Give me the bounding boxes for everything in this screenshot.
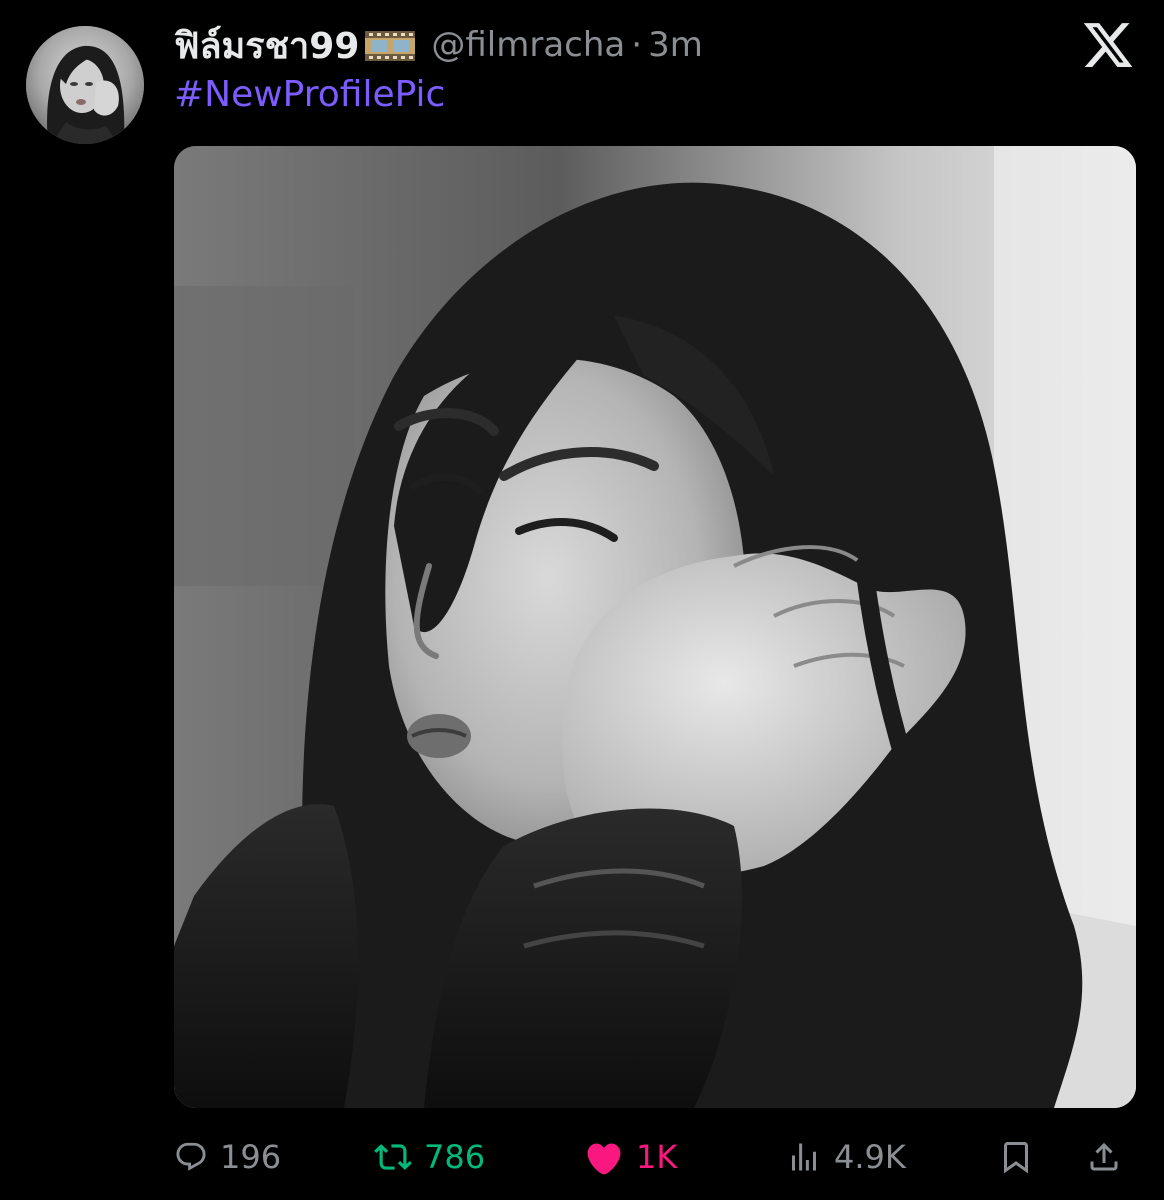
- user-handle[interactable]: @filmracha: [431, 25, 625, 65]
- hashtag-link[interactable]: #NewProfilePic: [174, 74, 445, 115]
- timestamp[interactable]: 3m: [648, 25, 703, 65]
- speech-bubble-icon: [176, 1142, 206, 1171]
- heart-icon: [587, 1143, 621, 1175]
- retweet-button[interactable]: 786: [374, 1130, 485, 1184]
- bookmark-icon: [1004, 1142, 1028, 1174]
- bookmark-button[interactable]: [998, 1130, 1034, 1184]
- like-button[interactable]: 1K: [584, 1130, 677, 1184]
- separator-dot: ·: [631, 25, 643, 65]
- like-count: 1K: [636, 1138, 678, 1176]
- retweet-count: 786: [424, 1138, 486, 1176]
- tweet-header: ฟิล์มรชา99 @filmracha · 3m: [174, 18, 703, 72]
- share-button[interactable]: [1086, 1130, 1122, 1184]
- repost-arrows-icon: [374, 1144, 412, 1170]
- avatar[interactable]: [26, 26, 144, 144]
- tweet-action-bar: 196 786 1K 4.9K: [174, 1130, 1136, 1184]
- x-logo-icon[interactable]: [1080, 18, 1136, 72]
- film-frames-emoji-icon: [363, 25, 417, 65]
- share-upload-icon: [1090, 1142, 1118, 1171]
- bar-chart-icon: [792, 1143, 816, 1171]
- reply-count: 196: [220, 1138, 282, 1176]
- display-name[interactable]: ฟิล์มรชา99: [174, 17, 359, 74]
- views-button[interactable]: 4.9K: [786, 1130, 906, 1184]
- views-count: 4.9K: [834, 1138, 906, 1176]
- reply-button[interactable]: 196: [174, 1130, 281, 1184]
- photo-illustration: [174, 146, 1136, 1108]
- avatar-photo: [26, 26, 144, 144]
- tweet-photo[interactable]: [174, 146, 1136, 1108]
